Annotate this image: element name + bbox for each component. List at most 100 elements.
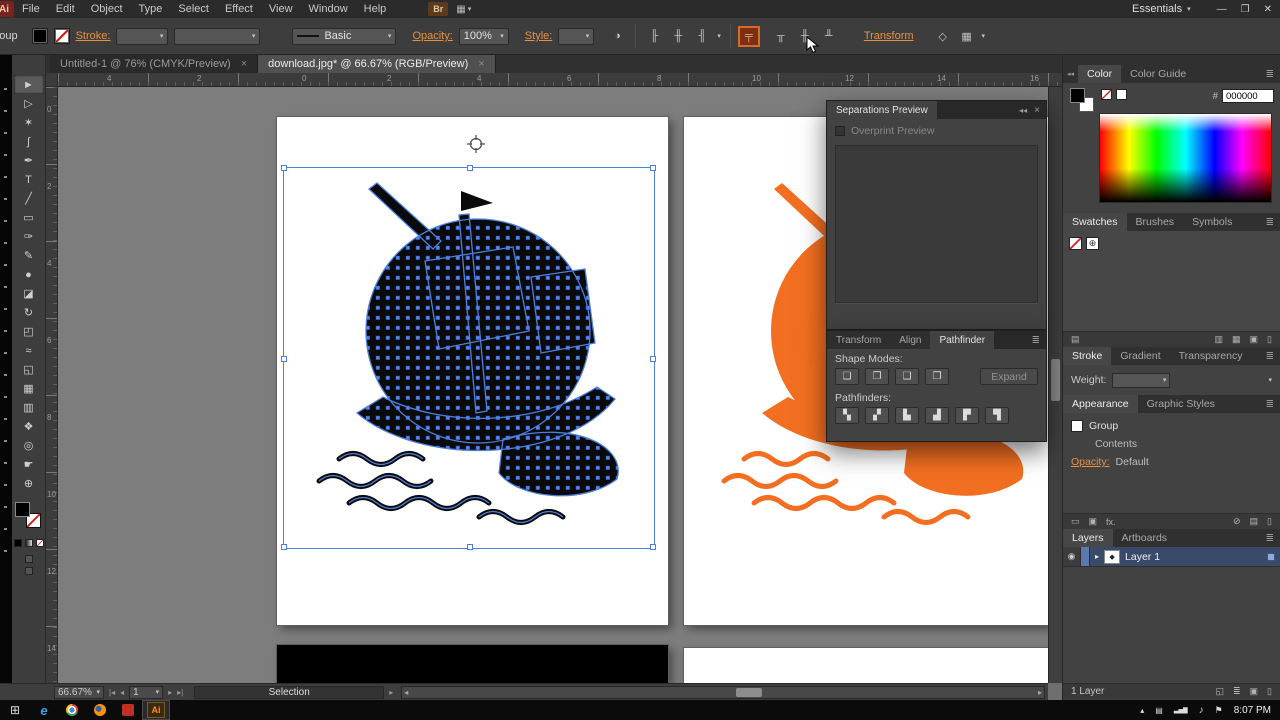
- tab-pathfinder[interactable]: Pathfinder: [930, 331, 995, 349]
- swatch-libraries-icon[interactable]: ▤: [1071, 334, 1080, 345]
- menu-window[interactable]: Window: [301, 0, 356, 18]
- appearance-row-contents[interactable]: Contents: [1063, 435, 1280, 453]
- align-left-icon[interactable]: ╟: [645, 28, 663, 45]
- clear-appearance-icon[interactable]: ⊘: [1233, 516, 1241, 527]
- outline-button[interactable]: ▛: [955, 407, 979, 424]
- none-mode-button[interactable]: [35, 539, 44, 547]
- tab-swatches[interactable]: Swatches: [1063, 213, 1127, 231]
- selection-handle[interactable]: [467, 544, 473, 550]
- collapse-panel-icon[interactable]: ◂◂: [1019, 106, 1027, 115]
- close-icon[interactable]: ×: [478, 58, 484, 70]
- hidden-icons-chevron[interactable]: ▴: [1140, 706, 1144, 715]
- merge-button[interactable]: ▙: [895, 407, 919, 424]
- start-button[interactable]: ⊞: [0, 703, 30, 717]
- current-tool-indicator[interactable]: Selection: [194, 685, 385, 699]
- separations-preview-tab[interactable]: Separations Preview: [827, 101, 937, 119]
- new-color-group-icon[interactable]: ▦: [1232, 334, 1241, 345]
- panel-menu-icon[interactable]: ≣: [1260, 217, 1280, 228]
- selection-handle[interactable]: [281, 356, 287, 362]
- opacity-link[interactable]: Opacity:: [412, 30, 452, 42]
- blend-tool[interactable]: ◎: [14, 436, 44, 455]
- panel-menu-icon[interactable]: ≣: [1260, 69, 1280, 80]
- selection-indicator[interactable]: [1267, 552, 1275, 561]
- tab-brushes[interactable]: Brushes: [1127, 213, 1184, 231]
- collapse-dock-icon[interactable]: ◂◂: [1063, 70, 1078, 78]
- ruler-origin-corner[interactable]: [46, 73, 58, 87]
- screen-mode-button[interactable]: [24, 567, 33, 575]
- align-center-icon[interactable]: ╫: [669, 28, 687, 45]
- selection-handle[interactable]: [650, 356, 656, 362]
- divide-button[interactable]: ▚: [835, 407, 859, 424]
- color-mode-button[interactable]: [13, 539, 22, 547]
- style-select[interactable]: ▾: [558, 27, 595, 45]
- reference-point-crosshair-icon[interactable]: [467, 135, 485, 153]
- scroll-left-arrow[interactable]: ◂: [404, 688, 408, 697]
- selection-tool[interactable]: ►: [13, 75, 44, 94]
- artboard-1[interactable]: [277, 117, 668, 625]
- panel-menu-icon[interactable]: ≣: [1260, 399, 1280, 410]
- delete-swatch-icon[interactable]: ▯: [1267, 334, 1272, 345]
- close-button[interactable]: ✕: [1264, 4, 1272, 15]
- menu-effect[interactable]: Effect: [217, 0, 261, 18]
- panel-header[interactable]: Separations Preview ◂◂ ×: [827, 101, 1046, 119]
- brush-definition-select[interactable]: Basic ▾: [292, 27, 397, 45]
- intersect-button[interactable]: ❑: [895, 368, 919, 385]
- expand-button[interactable]: Expand: [980, 368, 1038, 385]
- transform-link[interactable]: Transform: [864, 30, 914, 42]
- align-options-caret[interactable]: ▾: [717, 32, 721, 40]
- network-icon[interactable]: ▃▅▇: [1174, 707, 1188, 714]
- menu-help[interactable]: Help: [356, 0, 395, 18]
- tab-transparency[interactable]: Transparency: [1170, 347, 1252, 365]
- vertical-scrollbar-thumb[interactable]: [1051, 359, 1060, 401]
- magic-wand-tool[interactable]: ✶: [14, 113, 44, 132]
- gradient-tool[interactable]: ▥: [14, 398, 44, 417]
- stroke-weight-field[interactable]: ▾: [1112, 372, 1171, 388]
- document-tab-untitled[interactable]: Untitled-1 @ 76% (CMYK/Preview) ×: [50, 55, 259, 73]
- tab-appearance[interactable]: Appearance: [1063, 395, 1138, 413]
- pen-tool[interactable]: ✒: [14, 151, 44, 170]
- artboard-navigation-select[interactable]: 1 ▾: [129, 685, 164, 699]
- layer-thumbnail[interactable]: ◆: [1104, 549, 1121, 564]
- horizontal-scrollbar[interactable]: ◂ ▸: [401, 685, 1045, 699]
- create-sublayer-icon[interactable]: ≣: [1233, 686, 1241, 697]
- none-color-swatch[interactable]: [1101, 89, 1112, 100]
- isolate-object-icon[interactable]: ◇: [934, 28, 952, 45]
- delete-item-icon[interactable]: ▯: [1267, 516, 1272, 527]
- style-link[interactable]: Style:: [525, 30, 553, 42]
- layer-edit-column[interactable]: [1081, 547, 1090, 566]
- tray-app-icon[interactable]: ▤: [1155, 706, 1163, 715]
- previous-artboard-button[interactable]: ◂: [120, 688, 124, 697]
- tab-transform[interactable]: Transform: [827, 331, 891, 349]
- app-logo[interactable]: Ai: [0, 1, 14, 17]
- horizontal-ruler[interactable]: 4 2 0 2 4 6 8 10 12 14 16: [58, 73, 1062, 87]
- menu-type[interactable]: Type: [131, 0, 171, 18]
- rotate-tool[interactable]: ↻: [14, 303, 44, 322]
- shape-builder-tool[interactable]: ◱: [14, 360, 44, 379]
- taskbar-chrome-icon[interactable]: [58, 700, 86, 720]
- type-tool[interactable]: T: [14, 170, 44, 189]
- select-similar-options-caret[interactable]: ▾: [982, 32, 986, 40]
- create-new-layer-icon[interactable]: ▣: [1250, 686, 1259, 697]
- select-similar-icon[interactable]: ▦: [958, 28, 976, 45]
- arrange-documents-button[interactable]: ▦ ▾: [456, 4, 471, 15]
- selection-handle[interactable]: [281, 165, 287, 171]
- launch-bridge-icon[interactable]: Br: [428, 2, 449, 16]
- selection-handle[interactable]: [650, 544, 656, 550]
- add-new-fill-icon[interactable]: ▣: [1089, 516, 1098, 527]
- trim-button[interactable]: ▞: [865, 407, 889, 424]
- eraser-tool[interactable]: ◪: [14, 284, 44, 303]
- panel-menu-icon[interactable]: ≣: [1260, 351, 1280, 362]
- pencil-tool[interactable]: ✎: [14, 246, 44, 265]
- tab-artboards[interactable]: Artboards: [1113, 529, 1177, 547]
- selection-handle[interactable]: [467, 165, 473, 171]
- status-options-button[interactable]: ▸: [389, 688, 393, 697]
- horizontal-scrollbar-thumb[interactable]: [735, 687, 762, 697]
- menu-file[interactable]: File: [14, 0, 48, 18]
- crop-button[interactable]: ▟: [925, 407, 949, 424]
- minimize-button[interactable]: —: [1217, 4, 1227, 15]
- taskbar-illustrator-icon[interactable]: Ai: [142, 700, 170, 720]
- swatches-panel[interactable]: ⊕: [1063, 231, 1280, 331]
- expand-layer-icon[interactable]: ▸: [1095, 552, 1099, 561]
- tab-stroke[interactable]: Stroke: [1063, 347, 1112, 365]
- zoom-level-select[interactable]: 66.67% ▾: [54, 685, 104, 699]
